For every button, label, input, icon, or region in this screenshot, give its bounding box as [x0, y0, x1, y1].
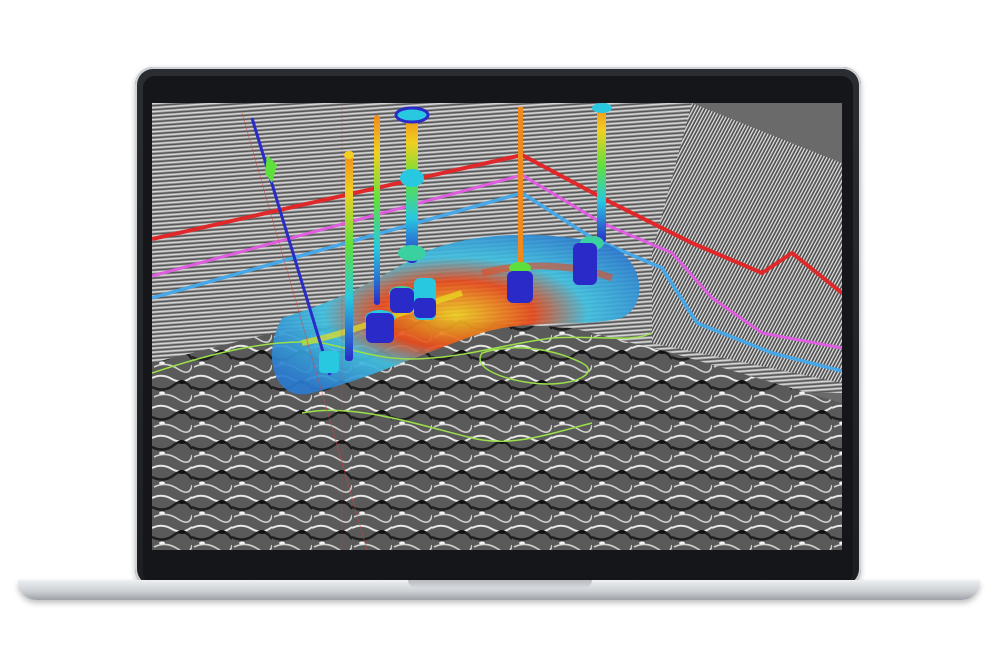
seismic-3d-viewport[interactable] — [152, 103, 842, 550]
laptop-opening-notch — [408, 580, 592, 588]
laptop — [0, 0, 1000, 667]
seismic-scene — [152, 103, 842, 550]
